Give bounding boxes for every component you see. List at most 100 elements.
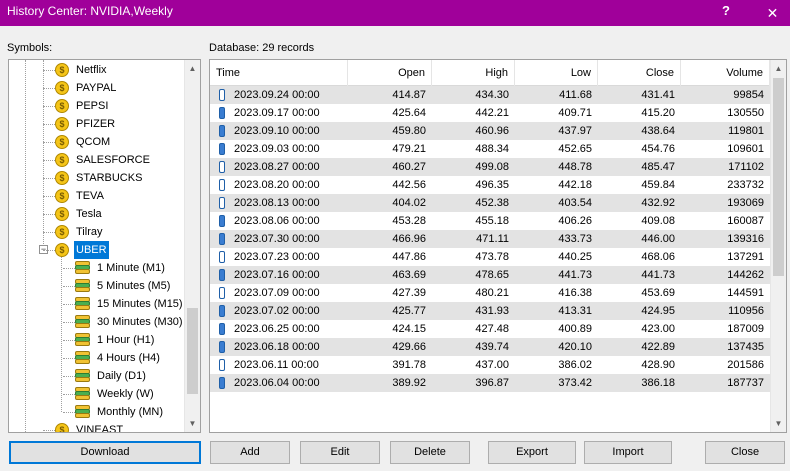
- tree-symbol-item[interactable]: $ SALESFORCE: [55, 151, 152, 169]
- cell-high: 431.93: [475, 305, 509, 317]
- close-icon[interactable]: ✕: [755, 0, 790, 26]
- table-row[interactable]: 2023.09.10 00:00 459.80 460.96 437.97 438.64…: [210, 122, 770, 140]
- tree-symbol-item[interactable]: $ PEPSI: [55, 97, 110, 115]
- table-row[interactable]: 2023.09.17 00:00 425.64 442.21 409.71 415.20…: [210, 104, 770, 122]
- close-button[interactable]: Close: [705, 441, 785, 464]
- add-button[interactable]: Add: [210, 441, 290, 464]
- cell-low: 441.73: [558, 269, 592, 281]
- tree-symbol-item[interactable]: $ STARBUCKS: [55, 169, 144, 187]
- cell-high: 496.35: [475, 179, 509, 191]
- download-button[interactable]: Download: [9, 441, 201, 464]
- table-row[interactable]: 2023.08.20 00:00 442.56 496.35 442.18 459.84…: [210, 176, 770, 194]
- cell-open: 463.69: [392, 269, 426, 281]
- symbol-icon: $: [55, 225, 69, 239]
- tree-connector: [43, 124, 55, 125]
- column-header-volume[interactable]: Volume: [681, 60, 770, 86]
- cell-close: 485.47: [641, 161, 675, 173]
- scroll-up-icon[interactable]: ▲: [771, 60, 786, 77]
- table-scrollbar[interactable]: ▲ ▼: [770, 60, 786, 432]
- cell-low: 386.02: [558, 359, 592, 371]
- table-row[interactable]: 2023.08.27 00:00 460.27 499.08 448.78 485.47…: [210, 158, 770, 176]
- symbol-icon: $: [55, 153, 69, 167]
- scroll-up-icon[interactable]: ▲: [185, 60, 200, 77]
- import-button[interactable]: Import: [584, 441, 672, 464]
- scroll-down-icon[interactable]: ▼: [185, 415, 200, 432]
- tree-symbol-item[interactable]: $ PAYPAL: [55, 79, 118, 97]
- tree-symbol-item[interactable]: $ PFIZER: [55, 115, 117, 133]
- table-row[interactable]: 2023.07.16 00:00 463.69 478.65 441.73 441.73…: [210, 266, 770, 284]
- tree-timeframe-item[interactable]: 5 Minutes (M5): [75, 277, 172, 295]
- table-row[interactable]: 2023.07.23 00:00 447.86 473.78 440.25 468.06…: [210, 248, 770, 266]
- tree-connector: [43, 160, 55, 161]
- scroll-thumb[interactable]: [187, 308, 198, 394]
- tree-symbol-item[interactable]: $ VINEAST: [55, 421, 125, 432]
- tree-timeframe-item[interactable]: 1 Minute (M1): [75, 259, 167, 277]
- history-table[interactable]: Time Open High Low Close Volume 2023.09.…: [209, 59, 787, 433]
- table-row[interactable]: 2023.09.03 00:00 479.21 488.34 452.65 454.76…: [210, 140, 770, 158]
- column-header-time[interactable]: Time: [210, 60, 348, 86]
- candle-icon: [219, 197, 225, 209]
- table-row[interactable]: 2023.07.09 00:00 427.39 480.21 416.38 453.69…: [210, 284, 770, 302]
- tree-connector: [63, 412, 75, 413]
- candle-icon: [219, 323, 225, 335]
- table-row[interactable]: 2023.06.25 00:00 424.15 427.48 400.89 423.00…: [210, 320, 770, 338]
- time-value: 2023.07.16 00:00: [234, 269, 320, 281]
- cell-time: 2023.06.11 00:00: [210, 356, 348, 374]
- tree-symbol-item[interactable]: $ Tesla: [55, 205, 104, 223]
- table-row[interactable]: 2023.06.18 00:00 429.66 439.74 420.10 422.89…: [210, 338, 770, 356]
- tree-timeframe-item[interactable]: Monthly (MN): [75, 403, 165, 421]
- tree-symbol-item[interactable]: $ Netflix: [55, 61, 109, 79]
- tree-timeframe-item[interactable]: 4 Hours (H4): [75, 349, 162, 367]
- symbols-tree[interactable]: $ Netflix $ PAYPAL $ PEPSI $ PFIZER $ QCOM $ SALESF…: [8, 59, 201, 433]
- candle-icon: [219, 89, 225, 101]
- time-value: 2023.08.06 00:00: [234, 215, 320, 227]
- time-value: 2023.06.04 00:00: [234, 377, 320, 389]
- table-row[interactable]: 2023.06.11 00:00 391.78 437.00 386.02 428.90…: [210, 356, 770, 374]
- tree-symbol-item[interactable]: $ QCOM: [55, 133, 112, 151]
- column-header-open[interactable]: Open: [348, 60, 432, 86]
- column-header-low[interactable]: Low: [515, 60, 598, 86]
- delete-button[interactable]: Delete: [390, 441, 470, 464]
- cell-volume: 144262: [727, 269, 764, 281]
- tree-timeframe-item[interactable]: 30 Minutes (M30): [75, 313, 185, 331]
- time-value: 2023.09.03 00:00: [234, 143, 320, 155]
- tree-connector: [63, 304, 75, 305]
- cell-time: 2023.08.06 00:00: [210, 212, 348, 230]
- export-button[interactable]: Export: [488, 441, 576, 464]
- cell-close: 423.00: [641, 323, 675, 335]
- tree-symbol-item[interactable]: $ Tilray: [55, 223, 104, 241]
- symbol-icon: $: [55, 99, 69, 113]
- scroll-thumb[interactable]: [773, 78, 784, 276]
- table-row[interactable]: 2023.09.24 00:00 414.87 434.30 411.68 431.41…: [210, 86, 770, 104]
- scroll-down-icon[interactable]: ▼: [771, 415, 786, 432]
- column-header-close[interactable]: Close: [598, 60, 681, 86]
- tree-timeframe-item[interactable]: 15 Minutes (M15): [75, 295, 185, 313]
- tree-timeframe-item[interactable]: 1 Hour (H1): [75, 331, 156, 349]
- candle-icon: [219, 161, 225, 173]
- tree-symbol-item[interactable]: $ TEVA: [55, 187, 106, 205]
- tree-timeframe-item[interactable]: Daily (D1): [75, 367, 148, 385]
- cell-open: 460.27: [392, 161, 426, 173]
- table-row[interactable]: 2023.08.06 00:00 453.28 455.18 406.26 409.08…: [210, 212, 770, 230]
- time-value: 2023.06.18 00:00: [234, 341, 320, 353]
- tree-scrollbar[interactable]: ▲ ▼: [184, 60, 200, 432]
- cell-low: 400.89: [558, 323, 592, 335]
- timeframe-icon: [75, 315, 90, 329]
- cell-time: 2023.09.24 00:00: [210, 86, 348, 104]
- tree-timeframe-item[interactable]: Weekly (W): [75, 385, 156, 403]
- cell-volume: 137291: [727, 251, 764, 263]
- table-row[interactable]: 2023.08.13 00:00 404.02 452.38 403.54 432.92…: [210, 194, 770, 212]
- table-row[interactable]: 2023.06.04 00:00 389.92 396.87 373.42 386.18…: [210, 374, 770, 392]
- time-value: 2023.08.20 00:00: [234, 179, 320, 191]
- column-header-high[interactable]: High: [432, 60, 515, 86]
- table-row[interactable]: 2023.07.30 00:00 466.96 471.11 433.73 446.00…: [210, 230, 770, 248]
- cell-volume: 130550: [727, 107, 764, 119]
- cell-time: 2023.08.27 00:00: [210, 158, 348, 176]
- cell-low: 411.68: [559, 89, 592, 101]
- cell-volume: 144591: [727, 287, 764, 299]
- help-button[interactable]: ?: [722, 3, 730, 18]
- tree-item-label: TEVA: [76, 190, 104, 202]
- tree-symbol-item-uber[interactable]: $ UBER: [55, 241, 109, 259]
- edit-button[interactable]: Edit: [300, 441, 380, 464]
- table-row[interactable]: 2023.07.02 00:00 425.77 431.93 413.31 424.95…: [210, 302, 770, 320]
